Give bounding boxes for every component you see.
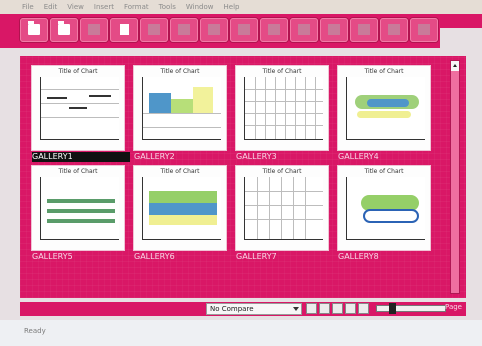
- copy-icon: [148, 24, 160, 35]
- thumbnail-title: Title of Chart: [262, 168, 302, 175]
- thumbnail-caption[interactable]: GALLERY5: [32, 252, 130, 262]
- undo-icon: [238, 24, 250, 35]
- menu-insert[interactable]: Insert: [94, 3, 114, 11]
- thumbnail-caption[interactable]: GALLERY4: [338, 152, 436, 162]
- thumbnail-plot: [244, 77, 323, 140]
- zoom-out-button[interactable]: [358, 303, 369, 314]
- first-page-button[interactable]: [306, 303, 317, 314]
- thumbnail-plot: [142, 177, 221, 240]
- thumbnail-plot: [40, 77, 119, 140]
- thumbnail-caption[interactable]: GALLERY3: [236, 152, 334, 162]
- print-button[interactable]: [80, 18, 108, 42]
- scissors-icon: [178, 24, 190, 35]
- redo-button[interactable]: [260, 18, 288, 42]
- paste-icon: [208, 24, 220, 35]
- page-label: Page: [445, 303, 462, 311]
- compare-select[interactable]: No Compare: [206, 303, 302, 315]
- thumbnail-title: Title of Chart: [160, 68, 200, 75]
- gallery-thumbnail-1[interactable]: Title of Chart: [32, 66, 124, 150]
- zoom-slider[interactable]: [376, 303, 446, 314]
- chevron-down-icon: [293, 307, 299, 311]
- help-button[interactable]: [350, 18, 378, 42]
- thumbnail-title: Title of Chart: [364, 68, 404, 75]
- menu-window[interactable]: Window: [186, 3, 214, 11]
- thumbnail-title: Title of Chart: [58, 68, 98, 75]
- vertical-scrollbar[interactable]: [450, 60, 460, 294]
- options-button[interactable]: [380, 18, 408, 42]
- menu-view[interactable]: View: [67, 3, 84, 11]
- gallery-thumbnail-6[interactable]: Title of Chart: [134, 166, 226, 250]
- menu-help[interactable]: Help: [224, 3, 240, 11]
- scroll-up-arrow-icon[interactable]: [451, 61, 459, 71]
- thumbnail-plot: [40, 177, 119, 240]
- thumbnail-plot: [346, 77, 425, 140]
- thumbnail-caption[interactable]: GALLERY8: [338, 252, 436, 262]
- thumbnail-plot: [142, 77, 221, 140]
- app-window: File Edit View Insert Format Tools Windo…: [0, 0, 482, 346]
- folder-icon: [58, 21, 70, 35]
- thumbnail-title: Title of Chart: [160, 168, 200, 175]
- gallery-thumbnail-5[interactable]: Title of Chart: [32, 166, 124, 250]
- copy-button[interactable]: [140, 18, 168, 42]
- gallery-thumbnail-2[interactable]: Title of Chart: [134, 66, 226, 150]
- thumbnail-title: Title of Chart: [262, 68, 302, 75]
- menu-bar: File Edit View Insert Format Tools Windo…: [0, 0, 482, 14]
- zoom-slider-knob[interactable]: [389, 303, 396, 314]
- grid-view-button[interactable]: [345, 303, 356, 314]
- menu-tools[interactable]: Tools: [159, 3, 176, 11]
- chart-button[interactable]: [320, 18, 348, 42]
- document-icon: [120, 24, 129, 35]
- printer-icon: [88, 24, 100, 35]
- gear-icon: [388, 24, 400, 35]
- compare-select-value: No Compare: [210, 305, 254, 313]
- thumbnail-plot: [346, 177, 425, 240]
- open-folder-button[interactable]: [20, 18, 48, 42]
- menu-edit[interactable]: Edit: [44, 3, 58, 11]
- toolbar: [0, 14, 482, 62]
- prev-page-button[interactable]: [319, 303, 330, 314]
- cut-button[interactable]: [170, 18, 198, 42]
- magnifier-icon: [298, 24, 310, 35]
- thumbnail-title: Title of Chart: [364, 168, 404, 175]
- thumbnail-title: Title of Chart: [58, 168, 98, 175]
- thumbnail-caption[interactable]: GALLERY2: [134, 152, 232, 162]
- thumbnail-plot: [244, 177, 323, 240]
- info-icon: [418, 24, 430, 35]
- thumbnail-caption-selected[interactable]: GALLERY1: [32, 152, 130, 162]
- new-doc-button[interactable]: [110, 18, 138, 42]
- gallery-thumbnail-3[interactable]: Title of Chart: [236, 66, 328, 150]
- thumbnail-caption[interactable]: GALLERY6: [134, 252, 232, 262]
- gallery-thumbnail-8[interactable]: Title of Chart: [338, 166, 430, 250]
- next-page-button[interactable]: [332, 303, 343, 314]
- zoom-button[interactable]: [290, 18, 318, 42]
- gallery-pane: Title of Chart Title of Chart Title of C…: [20, 56, 466, 298]
- paste-button[interactable]: [200, 18, 228, 42]
- menu-file[interactable]: File: [22, 3, 34, 11]
- thumbnail-caption[interactable]: GALLERY7: [236, 252, 334, 262]
- gallery-thumbnail-4[interactable]: Title of Chart: [338, 66, 430, 150]
- about-button[interactable]: [410, 18, 438, 42]
- open-button[interactable]: [50, 18, 78, 42]
- help-icon: [358, 24, 370, 35]
- status-bar: Ready: [0, 320, 482, 346]
- status-text: Ready: [24, 327, 46, 335]
- redo-icon: [268, 24, 280, 35]
- menu-format[interactable]: Format: [124, 3, 149, 11]
- folder-icon: [28, 21, 40, 35]
- gallery-thumbnail-7[interactable]: Title of Chart: [236, 166, 328, 250]
- chart-icon: [328, 24, 340, 35]
- undo-button[interactable]: [230, 18, 258, 42]
- bottom-controls: No Compare Page: [20, 302, 466, 316]
